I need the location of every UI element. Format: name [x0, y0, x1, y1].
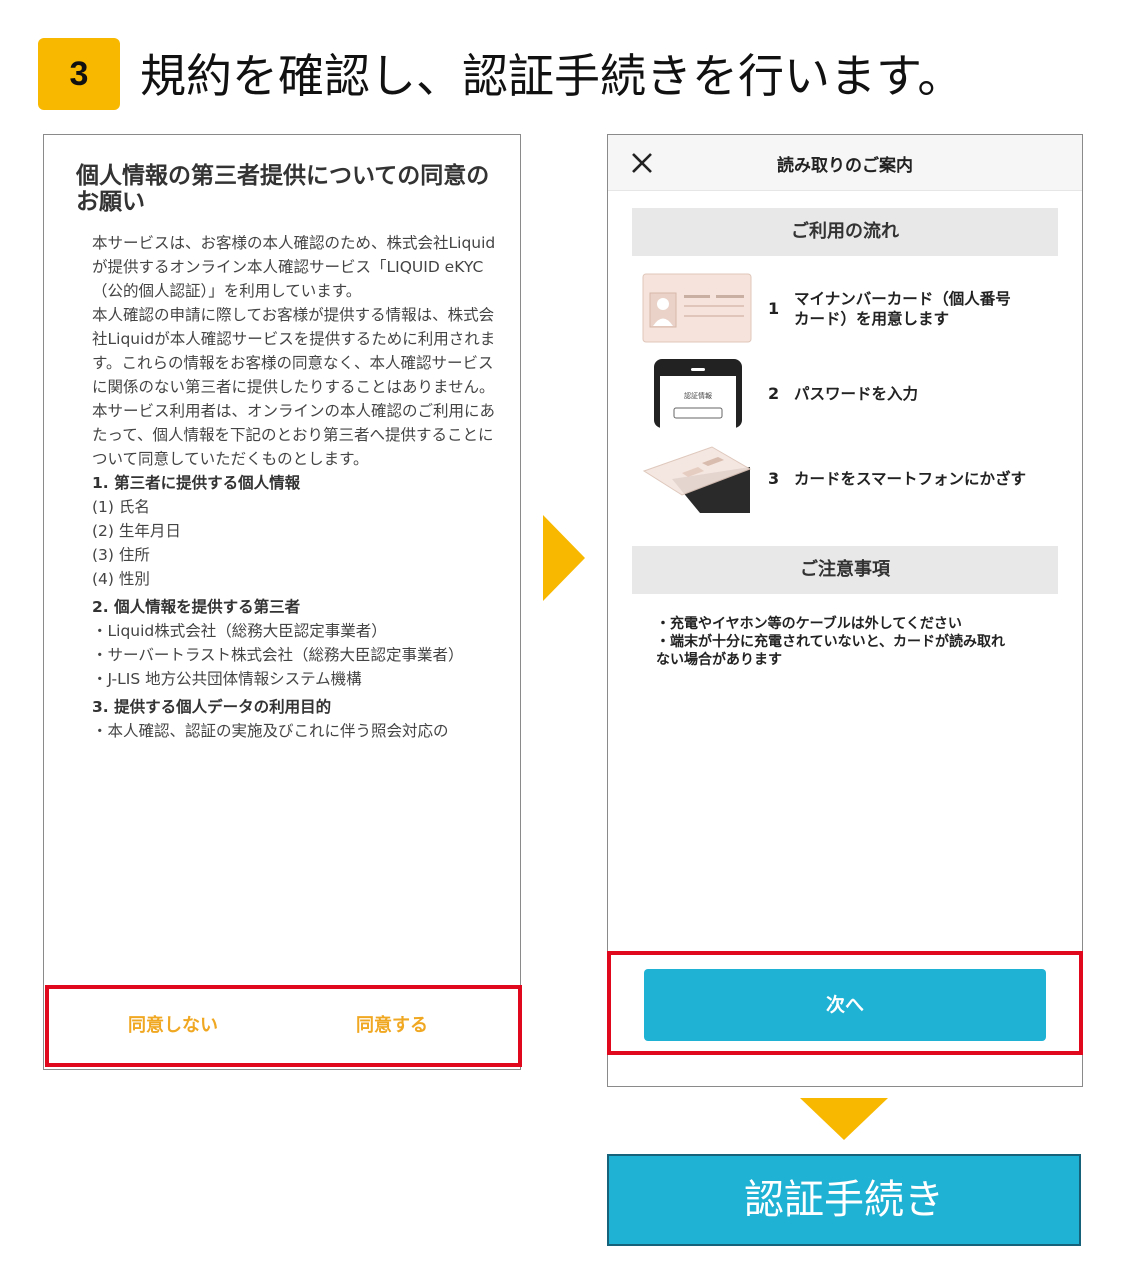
list-item: ・本人確認、認証の実施及びこれに伴う照会対応の [92, 722, 449, 740]
note-line: ・充電やイヤホン等のケーブルは外してください [656, 616, 962, 632]
section-heading: 3. 提供する個人データの利用目的 [92, 698, 332, 716]
intro-paragraph: 本人確認の申請に際してお客様が提供する情報は、株式会社Liquidが本人確認サー… [92, 306, 496, 396]
notes-section-title: ご注意事項 [632, 546, 1058, 594]
section-heading: 2. 個人情報を提供する第三者 [92, 598, 301, 616]
step-text: マイナンバーカード（個人番号 カード）を用意します [794, 289, 1054, 329]
my-number-card-icon [642, 273, 752, 343]
screen-header: 読み取りのご案内 [608, 135, 1082, 191]
flow-step-2: 認証情報 2 パスワードを入力 [642, 358, 1062, 428]
step-text-line: マイナンバーカード（個人番号 [794, 290, 1011, 308]
card-tap-phone-icon [642, 446, 752, 513]
highlight-frame-next-button [607, 951, 1083, 1055]
step-text: カードをスマートフォンにかざす [794, 470, 1027, 488]
list-item: (1) 氏名 [92, 498, 150, 516]
intro-paragraph: 本サービスは、お客様の本人確認のため、株式会社Liquidが提供するオンライン本… [92, 234, 496, 300]
list-item: ・J-LIS 地方公共団体情報システム機構 [92, 670, 362, 688]
step-number: 2 [768, 384, 780, 403]
note-line: ない場合があります [656, 652, 782, 668]
flow-step-3: 3 カードをスマートフォンにかざす [642, 443, 1062, 513]
note-line: ・端末が十分に充電されていないと、カードが読み取れ [656, 634, 1006, 650]
step-number: 1 [768, 299, 780, 318]
consent-body[interactable]: 本サービスは、お客様の本人確認のため、株式会社Liquidが提供するオンライン本… [92, 231, 502, 743]
screen-title: 読み取りのご案内 [777, 156, 913, 176]
list-item: ・サーバートラスト株式会社（総務大臣認定事業者） [92, 646, 464, 664]
list-item: (3) 住所 [92, 546, 150, 564]
highlight-frame-consent-buttons [45, 985, 522, 1067]
scroll-fade [44, 955, 520, 985]
list-item: ・Liquid株式会社（総務大臣認定事業者） [92, 622, 387, 640]
screen-label: 認証情報 [684, 391, 712, 400]
reading-guide-screen: 読み取りのご案内 ご利用の流れ 1 マイナンバーカード（個人番号 カード）を用意… [607, 134, 1083, 1087]
auth-procedure-button[interactable]: 認証手続き [607, 1154, 1081, 1246]
flow-section-title: ご利用の流れ [632, 208, 1058, 256]
arrow-down-icon [800, 1098, 888, 1140]
arrow-right-icon [543, 515, 585, 601]
step-number: 3 [768, 469, 780, 488]
step-title: 規約を確認し、認証手続きを行います。 [140, 49, 964, 103]
consent-title: 個人情報の第三者提供についての同意のお願い [76, 163, 490, 215]
step-text-line: カード）を用意します [794, 310, 950, 328]
consent-screen: 個人情報の第三者提供についての同意のお願い 本サービスは、お客様の本人確認のため… [43, 134, 521, 1070]
intro-paragraph: 本サービス利用者は、オンラインの本人確認のご利用にあたって、個人情報を下記のとお… [92, 402, 496, 468]
list-item: (2) 生年月日 [92, 522, 181, 540]
phone-password-icon: 認証情報 [654, 359, 742, 428]
list-item: (4) 性別 [92, 570, 150, 588]
step-text: パスワードを入力 [794, 385, 919, 403]
section-heading: 1. 第三者に提供する個人情報 [92, 474, 301, 492]
flow-step-1: 1 マイナンバーカード（個人番号 カード）を用意します [642, 273, 1062, 343]
step-number-badge: 3 [38, 38, 120, 110]
notes-text: ・充電やイヤホン等のケーブルは外してください ・端末が十分に充電されていないと、… [656, 615, 1056, 669]
